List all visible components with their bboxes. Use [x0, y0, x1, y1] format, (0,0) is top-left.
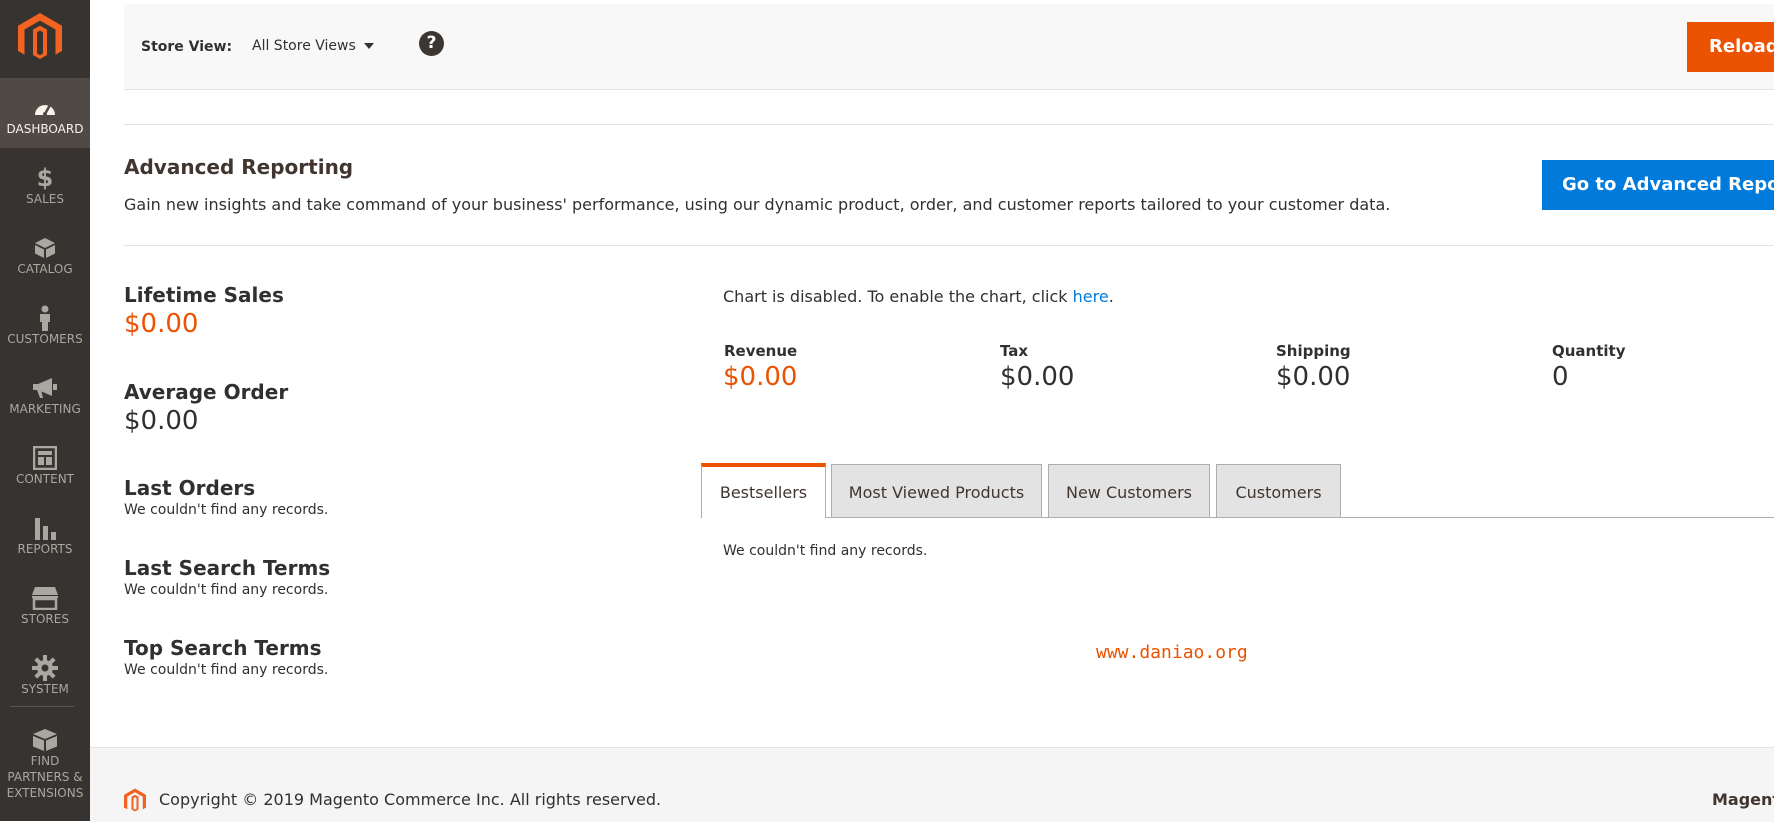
- store-view-bar: Store View: All Store Views ? Reload: [124, 4, 1774, 90]
- quantity-value: 0: [1552, 362, 1569, 392]
- top-search-terms-title: Top Search Terms: [124, 636, 322, 660]
- sidebar-item-label: MARKETING: [9, 402, 81, 416]
- dashboard-icon: [35, 104, 55, 116]
- sidebar-divider: [10, 706, 74, 707]
- go-to-advanced-reporting-button[interactable]: Go to Advanced Reporting: [1542, 160, 1774, 210]
- sidebar-item-label: SALES: [26, 192, 64, 206]
- last-search-terms-title: Last Search Terms: [124, 556, 331, 580]
- sidebar-item-dashboard[interactable]: DASHBOARD: [0, 78, 90, 148]
- tab-customers[interactable]: Customers: [1216, 464, 1341, 517]
- chart-disabled-message: Chart is disabled. To enable the chart, …: [723, 287, 1114, 306]
- sidebar-item-label: STORES: [21, 612, 69, 626]
- admin-sidebar: DASHBOARD $ SALES CATALOG CUSTOMERS MARK…: [0, 0, 90, 821]
- last-search-terms-empty: We couldn't find any records.: [124, 582, 329, 598]
- sidebar-item-label: REPORTS: [17, 542, 73, 556]
- dollar-icon: $: [36, 164, 54, 192]
- tab-content-empty: We couldn't find any records.: [723, 543, 928, 559]
- revenue-label: Revenue: [724, 342, 798, 360]
- box-icon: [35, 238, 55, 258]
- advanced-reporting-title: Advanced Reporting: [124, 155, 354, 179]
- lifetime-sales-value: $0.00: [124, 309, 199, 339]
- layout-icon: [33, 446, 57, 470]
- help-icon[interactable]: ?: [419, 31, 444, 56]
- sidebar-item-label: CONTENT: [15, 472, 75, 486]
- lifetime-sales-label: Lifetime Sales: [124, 283, 284, 307]
- reload-button[interactable]: Reload: [1687, 22, 1774, 72]
- tax-value: $0.00: [1000, 362, 1075, 392]
- blocks-icon: [33, 729, 57, 751]
- sidebar-item-stores[interactable]: STORES: [0, 568, 90, 638]
- divider: [124, 124, 1774, 125]
- shipping-label: Shipping: [1276, 342, 1351, 360]
- shipping-value: $0.00: [1276, 362, 1351, 392]
- advanced-reporting-description: Gain new insights and take command of yo…: [124, 195, 1391, 214]
- bar-chart-icon: [35, 518, 56, 540]
- average-order-label: Average Order: [124, 380, 289, 404]
- last-orders-empty: We couldn't find any records.: [124, 502, 329, 518]
- quantity-label: Quantity: [1552, 342, 1626, 360]
- top-search-terms-empty: We couldn't find any records.: [124, 662, 329, 678]
- page-footer: Copyright © 2019 Magento Commerce Inc. A…: [90, 747, 1774, 822]
- magento-footer-logo-icon: [124, 788, 146, 812]
- caret-down-icon: [363, 43, 374, 49]
- gear-icon: [32, 655, 58, 681]
- copyright-text: Copyright © 2019 Magento Commerce Inc. A…: [159, 790, 662, 809]
- sidebar-item-system[interactable]: SYSTEM: [0, 638, 90, 708]
- watermark-text: www.daniao.org: [1096, 642, 1248, 663]
- sidebar-item-catalog[interactable]: CATALOG: [0, 218, 90, 288]
- revenue-value: $0.00: [723, 362, 798, 392]
- chart-message-text: Chart is disabled. To enable the chart, …: [723, 287, 1073, 306]
- tab-most-viewed-products[interactable]: Most Viewed Products: [831, 464, 1042, 517]
- person-icon: [40, 305, 50, 331]
- sidebar-item-customers[interactable]: CUSTOMERS: [0, 288, 90, 358]
- sidebar-item-reports[interactable]: REPORTS: [0, 498, 90, 568]
- sidebar-item-label: CUSTOMERS: [7, 332, 83, 346]
- chart-message-period: .: [1108, 287, 1114, 306]
- sidebar-item-marketing[interactable]: MARKETING: [0, 358, 90, 428]
- sidebar-item-label: FIND PARTNERS & EXTENSIONS: [0, 753, 90, 801]
- store-view-value: All Store Views: [252, 38, 356, 54]
- tax-label: Tax: [1000, 342, 1029, 360]
- store-view-select[interactable]: All Store Views: [252, 38, 374, 54]
- sidebar-item-sales[interactable]: $ SALES: [0, 148, 90, 218]
- find-line-2: PARTNERS &: [7, 770, 83, 784]
- find-line-3: EXTENSIONS: [6, 786, 84, 800]
- store-view-label: Store View:: [141, 39, 233, 55]
- sidebar-item-label: SYSTEM: [21, 682, 69, 696]
- tab-bestsellers[interactable]: Bestsellers: [701, 463, 826, 518]
- enable-chart-link[interactable]: here: [1073, 287, 1109, 306]
- tab-new-customers[interactable]: New Customers: [1048, 464, 1210, 517]
- megaphone-icon: [33, 378, 57, 398]
- last-orders-title: Last Orders: [124, 476, 256, 500]
- magento-logo-icon: [18, 13, 62, 59]
- sidebar-item-label: DASHBOARD: [6, 122, 84, 136]
- sidebar-item-label: CATALOG: [17, 262, 73, 276]
- find-line-1: FIND: [30, 754, 60, 768]
- footer-magento-version: Magento: [1712, 790, 1774, 809]
- storefront-icon: [32, 587, 58, 610]
- sidebar-item-find-partners[interactable]: FIND PARTNERS & EXTENSIONS: [0, 710, 90, 820]
- sidebar-item-content[interactable]: CONTENT: [0, 428, 90, 498]
- divider: [124, 245, 1774, 246]
- magento-logo[interactable]: [0, 0, 90, 78]
- average-order-value: $0.00: [124, 406, 199, 436]
